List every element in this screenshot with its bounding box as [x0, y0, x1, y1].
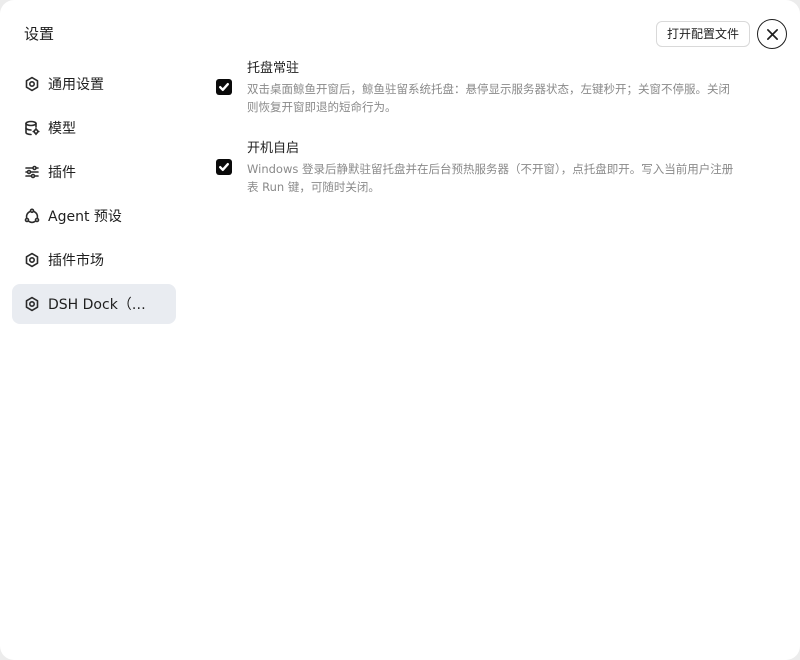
- checkmark-icon: [219, 163, 229, 171]
- setting-title: 开机自启: [247, 141, 300, 156]
- sidebar-item-label: 插件市场: [48, 253, 104, 269]
- launch-at-startup-checkbox[interactable]: [216, 159, 232, 175]
- sliders-icon: [24, 164, 40, 180]
- sidebar-item-dsh-dock[interactable]: DSH Dock（启...: [12, 284, 176, 324]
- close-icon: [766, 28, 778, 40]
- sidebar-item-models[interactable]: 模型: [12, 108, 176, 148]
- checkmark-icon: [219, 83, 229, 91]
- sidebar-item-label: 模型: [48, 121, 76, 137]
- setting-title: 托盘常驻: [247, 61, 300, 76]
- page-title: 设置: [24, 25, 55, 43]
- gear-icon: [24, 76, 40, 92]
- sidebar-item-general-settings[interactable]: 通用设置: [12, 64, 176, 104]
- sidebar-item-label: DSH Dock（启...: [48, 297, 158, 313]
- tray-resident-checkbox[interactable]: [216, 79, 232, 95]
- gear-icon: [24, 296, 40, 312]
- cycle-icon: [24, 208, 40, 224]
- sidebar-item-label: Agent 预设: [48, 209, 122, 225]
- sidebar-item-label: 通用设置: [48, 77, 104, 93]
- settings-list: 托盘常驻 双击桌面鲸鱼开窗后，鲸鱼驻留系统托盘：悬停显示服务器状态，左键秒开；关…: [216, 60, 746, 220]
- sidebar-item-plugin-market[interactable]: 插件市场: [12, 240, 176, 280]
- sidebar-item-plugins[interactable]: 插件: [12, 152, 176, 192]
- gear-icon: [24, 252, 40, 268]
- setting-launch-at-startup: 开机自启 Windows 登录后静默驻留托盘并在后台预热服务器（不开窗），点托盘…: [216, 140, 746, 196]
- sidebar-item-agent-presets[interactable]: Agent 预设: [12, 196, 176, 236]
- close-button[interactable]: [757, 19, 787, 49]
- sidebar-item-label: 插件: [48, 165, 76, 181]
- setting-description: 双击桌面鲸鱼开窗后，鲸鱼驻留系统托盘：悬停显示服务器状态，左键秒开；关窗不停服。…: [247, 82, 730, 114]
- setting-description: Windows 登录后静默驻留托盘并在后台预热服务器（不开窗），点托盘即开。写入…: [247, 162, 734, 194]
- database-icon: [24, 120, 40, 136]
- sidebar: 通用设置 模型 插件 Agent 预设 插件市场 DSH Dock（启...: [12, 64, 176, 328]
- settings-window: 设置 通用设置 模型 插件 Agent 预设 插件市场 DSH Dock（启..…: [0, 0, 800, 660]
- open-config-file-button[interactable]: 打开配置文件: [656, 21, 751, 47]
- setting-tray-resident: 托盘常驻 双击桌面鲸鱼开窗后，鲸鱼驻留系统托盘：悬停显示服务器状态，左键秒开；关…: [216, 60, 746, 116]
